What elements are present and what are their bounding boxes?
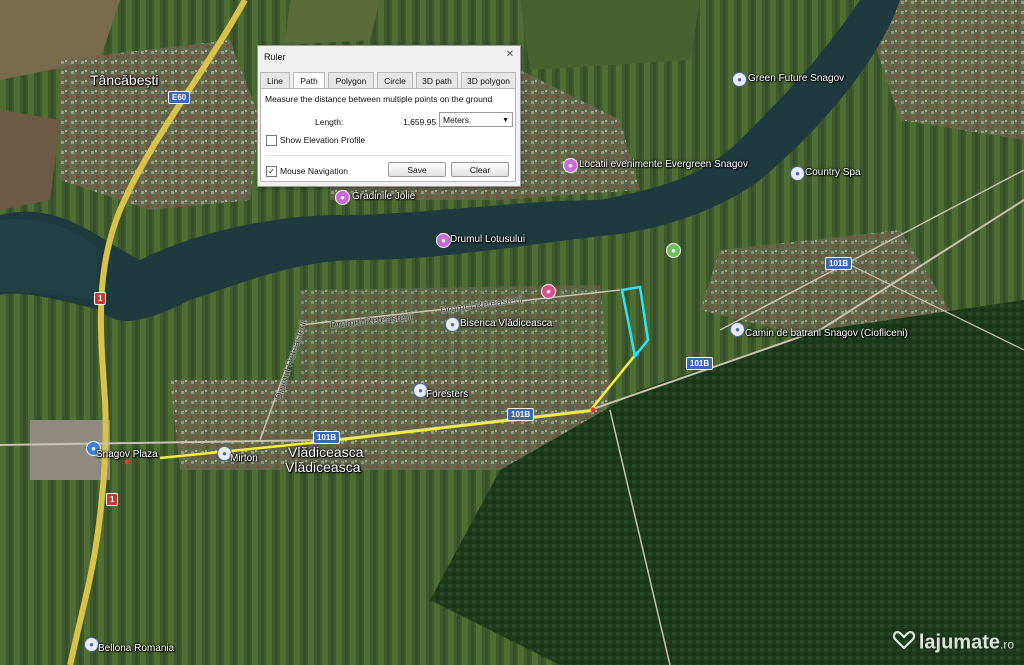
place-icon[interactable]: ● (730, 322, 745, 337)
place-icon[interactable]: ● (732, 72, 747, 87)
chevron-down-icon: ▼ (502, 117, 509, 124)
length-label: Length: (315, 117, 344, 127)
town-label: Vlădiceasca (288, 444, 364, 460)
tab-path[interactable]: Path (293, 72, 325, 89)
ruler-description: Measure the distance between multiple po… (265, 94, 493, 104)
place-label: Gradinile Jolie (352, 191, 416, 202)
place-label: Foresters (426, 389, 469, 400)
tab-3d-polygon[interactable]: 3D polygon (461, 72, 516, 88)
place-label: Country Spa (805, 167, 861, 178)
place-label: Camin de batrani Snagov (Ciofliceni) (745, 328, 908, 339)
event-venue-icon[interactable]: ● (563, 158, 578, 173)
ruler-dialog[interactable]: Ruler ✕ Line Path Polygon Circle 3D path… (257, 45, 521, 187)
divider (265, 155, 511, 156)
unit-value: Meters (443, 115, 469, 125)
dialog-title: Ruler (264, 52, 286, 62)
place-icon[interactable]: ● (84, 637, 99, 652)
close-icon[interactable]: ✕ (504, 49, 516, 61)
watermark-name: lajumate (918, 631, 1000, 654)
elevation-profile-label: Show Elevation Profile (280, 135, 366, 145)
road-shield: 1 (106, 493, 119, 506)
place-icon[interactable]: ● (790, 166, 805, 181)
save-button[interactable]: Save (388, 162, 446, 177)
road-shield: 101B (686, 357, 714, 370)
place-label: Drumul Lotusului (450, 234, 526, 245)
place-label: Green Future Snagov (748, 73, 845, 84)
tab-circle[interactable]: Circle (377, 72, 413, 88)
event-venue-icon[interactable]: ● (335, 190, 350, 205)
place-label: Tâncăbești (90, 72, 159, 88)
watermark: lajumate.ro (892, 631, 1014, 655)
mouse-navigation-checkbox[interactable]: ✓ (266, 166, 277, 177)
length-value: 1,659.95 (403, 117, 437, 127)
elevation-profile-checkbox[interactable] (266, 135, 277, 146)
road-shield: 101B (313, 431, 341, 444)
clear-button[interactable]: Clear (451, 162, 509, 177)
mouse-navigation-label: Mouse Navigation (280, 166, 349, 176)
place-label: Locatii evenimente Evergreen Snagov (579, 159, 748, 170)
heart-logo-icon (892, 631, 915, 655)
place-label: Snagov Plaza (96, 449, 158, 460)
place-label: Bellona Romania (98, 643, 175, 654)
tab-line[interactable]: Line (260, 72, 290, 88)
ruler-tabs: Line Path Polygon Circle 3D path 3D poly… (260, 72, 516, 89)
road-shield: 1 (94, 292, 107, 305)
event-venue-icon[interactable]: ● (436, 233, 451, 248)
tab-3d-path[interactable]: 3D path (416, 72, 458, 88)
place-label: Mirton (230, 453, 258, 464)
road-shield: 101B (825, 257, 853, 270)
town-label: Vlădiceasca (285, 459, 361, 475)
park-icon[interactable]: ● (666, 243, 681, 258)
road-shield: E60 (168, 91, 191, 104)
watermark-tld: .ro (999, 637, 1014, 652)
unit-select[interactable]: Meters ▼ (439, 112, 513, 127)
road-shield: 101B (507, 408, 535, 421)
church-icon[interactable]: ● (445, 317, 460, 332)
ruler-panel: Measure the distance between multiple po… (260, 88, 516, 182)
shop-icon[interactable]: ● (541, 284, 556, 299)
place-label: Biserica Vlădiceasca (460, 318, 553, 329)
tab-polygon[interactable]: Polygon (328, 72, 374, 88)
